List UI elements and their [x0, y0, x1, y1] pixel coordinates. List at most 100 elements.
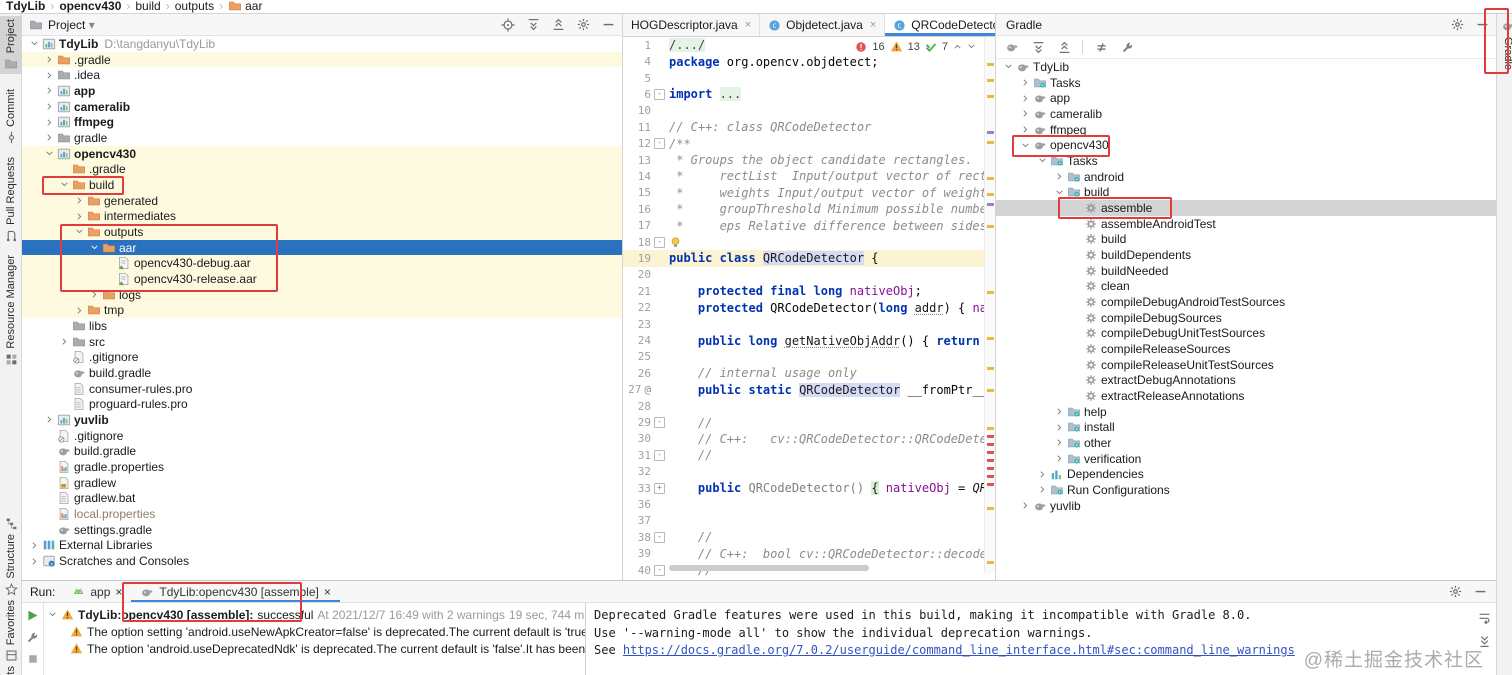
- tree-row-Tasks[interactable]: Tasks: [996, 153, 1496, 169]
- tree-row-install[interactable]: install: [996, 419, 1496, 435]
- gradle-hide-button[interactable]: [1474, 17, 1490, 33]
- tree-row-outputs[interactable]: outputs: [22, 224, 622, 240]
- tree-row-opencv430-debug.aar[interactable]: opencv430-debug.aar: [22, 255, 622, 272]
- tree-row-tmp[interactable]: tmp: [22, 302, 622, 319]
- chevron-right-icon[interactable]: [1053, 454, 1065, 463]
- run-settings-button[interactable]: [1447, 584, 1463, 600]
- gradle-settings-button[interactable]: [1119, 39, 1135, 55]
- tree-row-app[interactable]: app: [996, 90, 1496, 106]
- editor-tab-Objdetect.java[interactable]: C Objdetect.java ×: [760, 14, 886, 36]
- execute-task-button[interactable]: [1093, 39, 1109, 55]
- chevron-down-icon[interactable]: [1002, 62, 1014, 71]
- chevron-down-icon[interactable]: [73, 227, 85, 236]
- inspection-widget[interactable]: 16 13 7: [852, 39, 979, 54]
- tree-row-opencv430[interactable]: opencv430: [996, 137, 1496, 153]
- tree-row-build[interactable]: build: [996, 231, 1496, 247]
- tree-row-intermediates[interactable]: intermediates: [22, 208, 622, 225]
- tree-row-local.properties[interactable]: local.properties: [22, 506, 622, 522]
- run-tab-TdyLib-opencv430-assemble-[interactable]: TdyLib:opencv430 [assemble] ×: [131, 581, 341, 602]
- chevron-right-icon[interactable]: [28, 557, 40, 566]
- chevron-right-icon[interactable]: [1036, 485, 1048, 494]
- tree-row-compileReleaseSources[interactable]: compileReleaseSources: [996, 341, 1496, 357]
- tree-row-src[interactable]: src: [22, 334, 622, 350]
- tree-row-aar[interactable]: aar: [22, 239, 622, 256]
- stripe-tab-project[interactable]: Project: [0, 16, 22, 75]
- tree-row-assembleAndroidTest[interactable]: assembleAndroidTest: [996, 216, 1496, 232]
- tree-row-help[interactable]: help: [996, 404, 1496, 420]
- chevron-right-icon[interactable]: [43, 86, 55, 95]
- run-warning-row[interactable]: The option setting 'android.useNewApkCre…: [44, 623, 585, 640]
- tree-row-opencv430[interactable]: opencv430: [22, 145, 622, 162]
- tree-row-assemble[interactable]: assemble: [996, 200, 1496, 216]
- chevron-right-icon[interactable]: [43, 55, 55, 64]
- tree-row-yuvlib[interactable]: yuvlib: [22, 412, 622, 428]
- run-tab-app[interactable]: app ×: [63, 581, 131, 602]
- breadcrumb-item-build[interactable]: build: [135, 0, 160, 13]
- tree-row-buildNeeded[interactable]: buildNeeded: [996, 263, 1496, 279]
- stripe-mark[interactable]: [987, 507, 994, 510]
- chevron-down-icon[interactable]: [1019, 141, 1031, 150]
- tree-row-buildDependents[interactable]: buildDependents: [996, 247, 1496, 263]
- stripe-mark[interactable]: [987, 435, 994, 438]
- tree-row-TdyLib[interactable]: TdyLib: [996, 59, 1496, 75]
- expand-all-button[interactable]: [1030, 39, 1046, 55]
- chevron-right-icon[interactable]: [43, 118, 55, 127]
- chevron-right-icon[interactable]: [43, 71, 55, 80]
- tree-row-generated[interactable]: generated: [22, 192, 622, 209]
- run-play-button[interactable]: [25, 607, 41, 623]
- stripe-mark[interactable]: [987, 225, 994, 228]
- tree-row-gradlew[interactable]: Hgradlew: [22, 475, 622, 491]
- tree-row-compileDebugUnitTestSources[interactable]: compileDebugUnitTestSources: [996, 325, 1496, 341]
- chevron-right-icon[interactable]: [28, 541, 40, 550]
- horizontal-scrollbar[interactable]: [669, 565, 869, 571]
- locate-button[interactable]: [500, 17, 516, 33]
- tree-row-compileDebugAndroidTestSources[interactable]: compileDebugAndroidTestSources: [996, 294, 1496, 310]
- tree-row-extractDebugAnnotations[interactable]: extractDebugAnnotations: [996, 372, 1496, 388]
- editor-tab-QRCodeDetector.java[interactable]: CQRCodeDetector.java×: [885, 14, 995, 36]
- stripe-mark[interactable]: [987, 193, 994, 196]
- tree-row-.gitignore[interactable]: .gitignore: [22, 349, 622, 365]
- tree-row-.gradle[interactable]: .gradle: [22, 161, 622, 178]
- tree-row-.gitignore[interactable]: .gitignore: [22, 428, 622, 444]
- stripe-mark[interactable]: [987, 177, 994, 180]
- chevron-right-icon[interactable]: [1019, 94, 1031, 103]
- stripe-mark[interactable]: [987, 203, 994, 206]
- chevron-right-icon[interactable]: [1019, 501, 1031, 510]
- tree-row-gradle.properties[interactable]: gradle.properties: [22, 459, 622, 475]
- gradle-settings-button[interactable]: [1449, 17, 1465, 33]
- next-issue-button[interactable]: [967, 42, 976, 51]
- chevron-right-icon[interactable]: [1019, 109, 1031, 118]
- run-warning-row[interactable]: The option 'android.useDeprecatedNdk' is…: [44, 640, 585, 657]
- chevron-right-icon[interactable]: [43, 102, 55, 111]
- fold-marker[interactable]: -: [654, 531, 665, 543]
- stripe-mark[interactable]: [987, 475, 994, 478]
- stripe-mark[interactable]: [987, 467, 994, 470]
- tree-row-Tasks[interactable]: Tasks: [996, 75, 1496, 91]
- tree-row-clean[interactable]: clean: [996, 278, 1496, 294]
- chevron-right-icon[interactable]: [1019, 125, 1031, 134]
- collapse-all-button[interactable]: [550, 17, 566, 33]
- gradle-console[interactable]: Deprecated Gradle features were used in …: [585, 603, 1496, 675]
- chevron-right-icon[interactable]: [73, 196, 85, 205]
- chevron-down-icon[interactable]: [1053, 188, 1065, 197]
- chevron-right-icon[interactable]: [1019, 78, 1031, 87]
- stripe-mark[interactable]: [987, 63, 994, 66]
- tree-row-opencv430-release.aar[interactable]: opencv430-release.aar: [22, 271, 622, 287]
- tree-row-yuvlib[interactable]: yuvlib: [996, 498, 1496, 514]
- chevron-right-icon[interactable]: [73, 212, 85, 221]
- close-icon[interactable]: ×: [745, 19, 751, 31]
- chevron-right-icon[interactable]: [1053, 407, 1065, 416]
- run-hide-button[interactable]: [1472, 584, 1488, 600]
- close-icon[interactable]: ×: [870, 19, 876, 31]
- chevron-down-icon[interactable]: [28, 39, 40, 48]
- tree-row-verification[interactable]: verification: [996, 451, 1496, 467]
- tree-row-build.gradle[interactable]: build.gradle: [22, 365, 622, 381]
- chevron-right-icon[interactable]: [58, 337, 70, 346]
- run-stop-button[interactable]: [25, 651, 41, 667]
- gradle-doc-link[interactable]: https://docs.gradle.org/7.0.2/userguide/…: [623, 643, 1295, 657]
- tree-row-android[interactable]: android: [996, 169, 1496, 185]
- scroll-end-button[interactable]: [1476, 633, 1492, 649]
- tree-row-External-Libraries[interactable]: External Libraries: [22, 538, 622, 554]
- intention-bulb-icon[interactable]: [669, 236, 682, 249]
- chevron-down-icon[interactable]: [58, 180, 70, 189]
